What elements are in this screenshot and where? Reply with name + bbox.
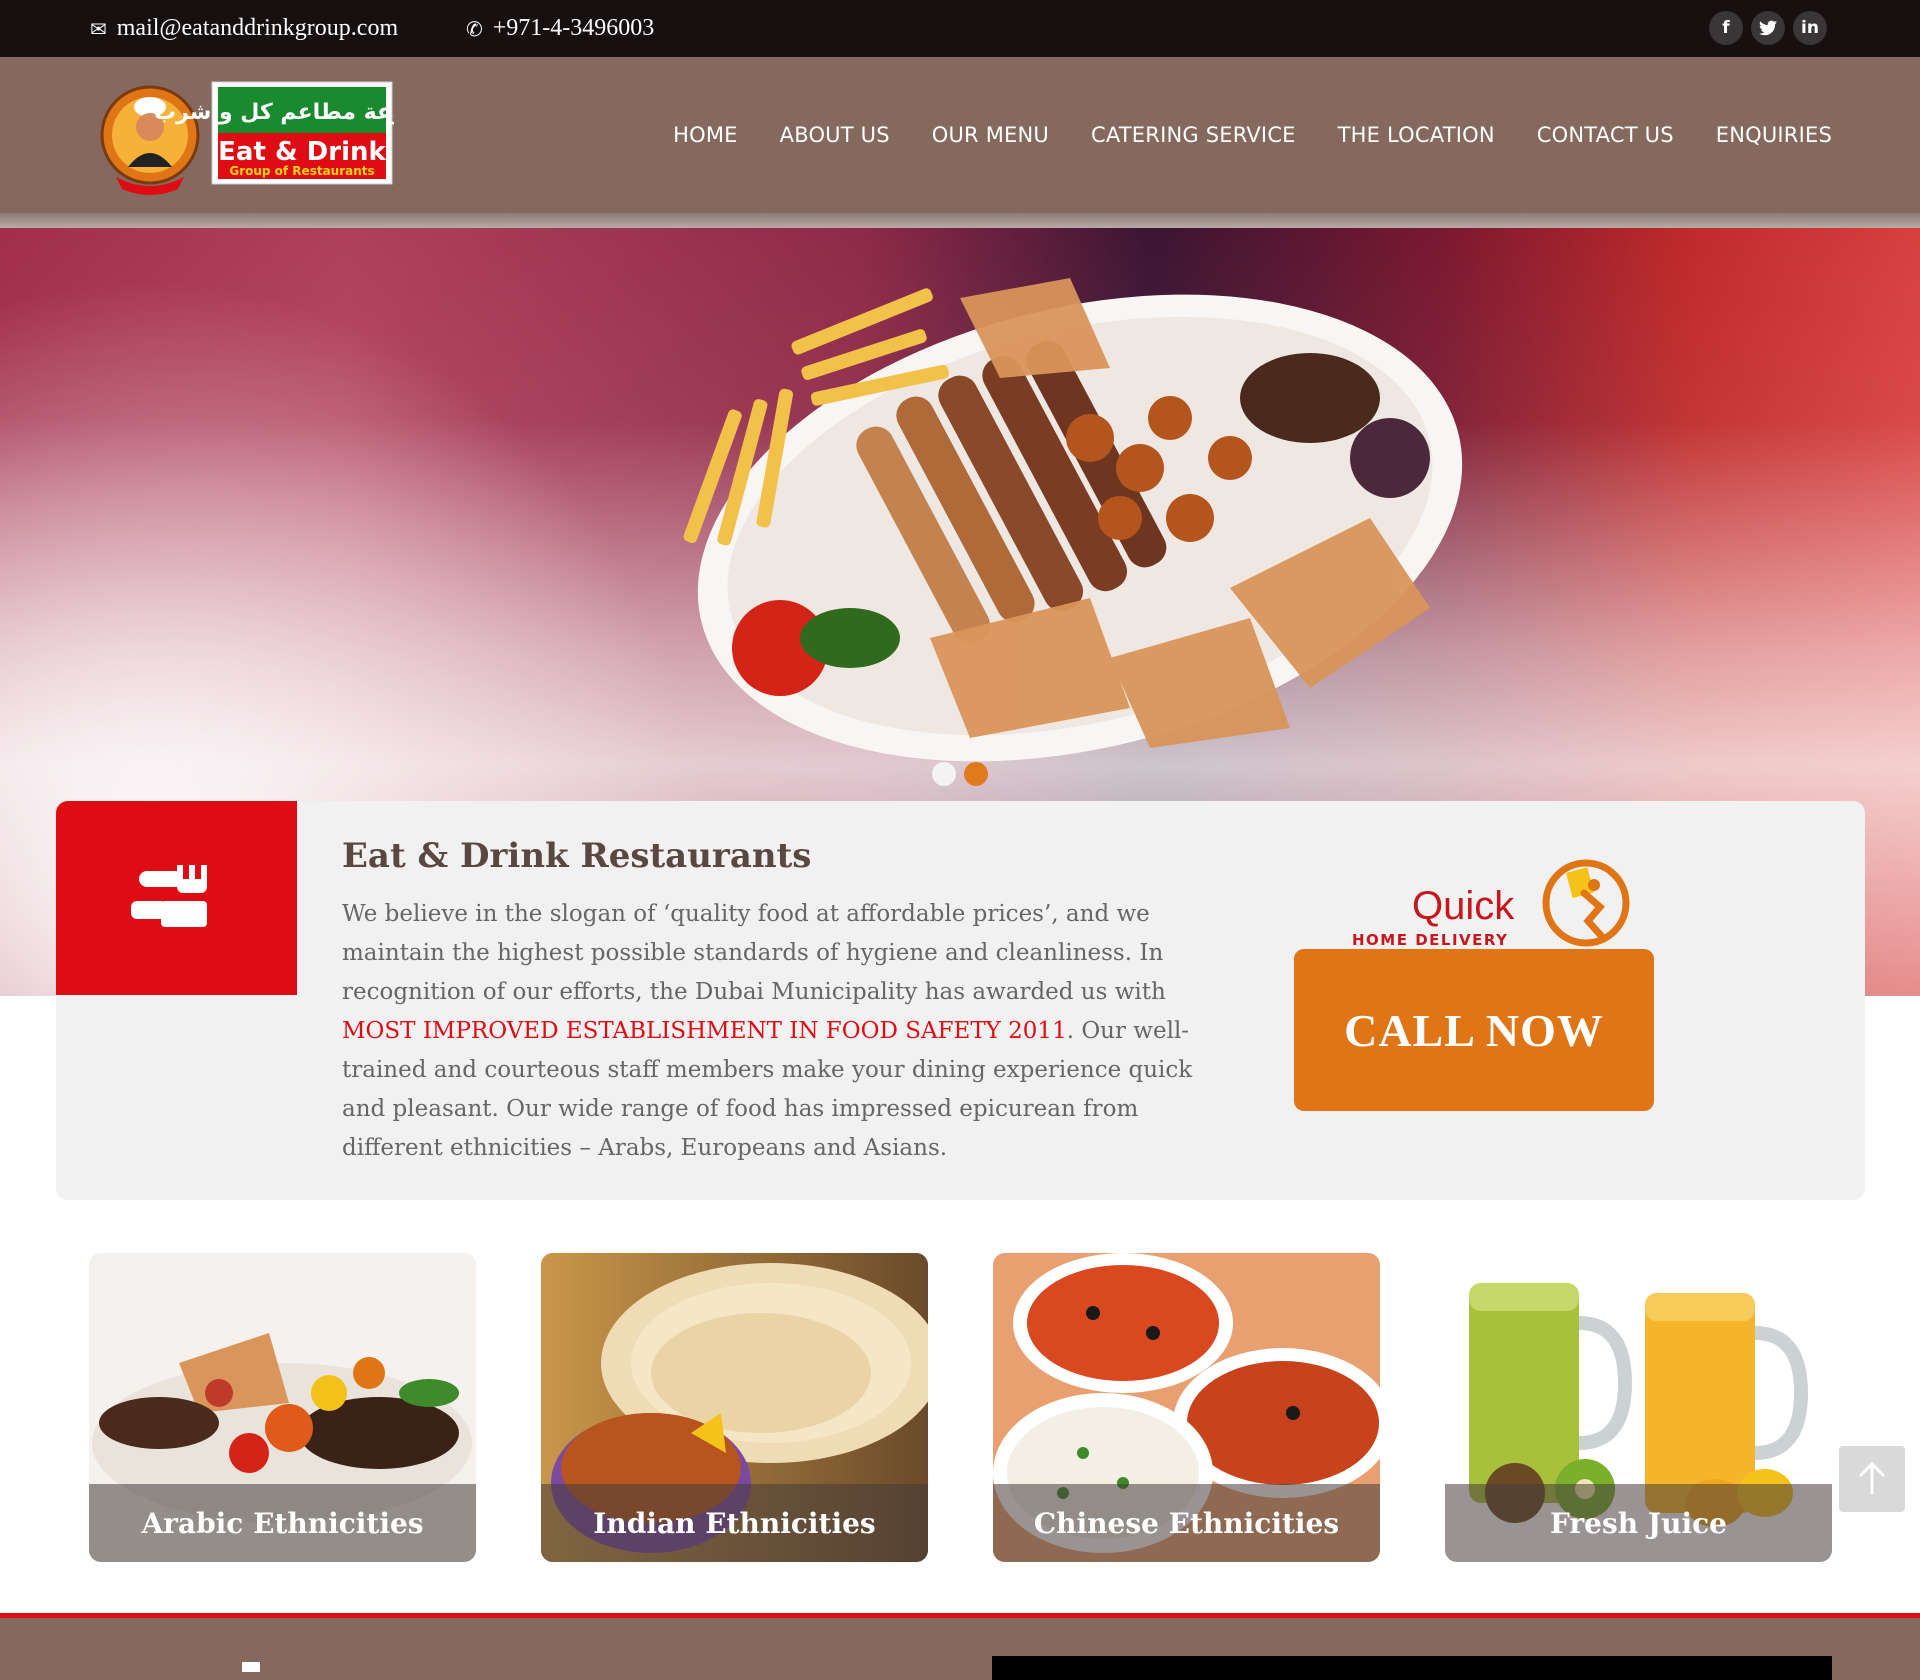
phone-text: +971-4-3496003 xyxy=(492,15,655,41)
email-text: mail@eatanddrinkgroup.com xyxy=(116,15,399,41)
site-header: مجموعة مطاعم كل واشرب Eat & Drink Group … xyxy=(0,57,1920,213)
svg-text:HOME DELIVERY: HOME DELIVERY xyxy=(1352,931,1509,949)
fork-knife-icon xyxy=(131,865,207,927)
linkedin-icon[interactable]: in xyxy=(1793,11,1827,45)
about-title: Eat & Drink Restaurants xyxy=(342,836,812,876)
twitter-icon[interactable] xyxy=(1751,11,1785,45)
category-label: Chinese Ethnicities xyxy=(993,1484,1380,1562)
phone-icon: ✆ xyxy=(466,16,483,41)
slider-dot-2[interactable] xyxy=(964,762,988,786)
site-footer xyxy=(0,1613,1920,1680)
category-label: Indian Ethnicities xyxy=(541,1484,928,1562)
nav-our-menu[interactable]: OUR MENU xyxy=(932,123,1049,147)
site-logo[interactable]: مجموعة مطاعم كل واشرب Eat & Drink Group … xyxy=(98,77,450,199)
category-indian[interactable]: Indian Ethnicities xyxy=(541,1253,928,1562)
nav-home[interactable]: HOME xyxy=(673,123,738,147)
category-fresh-juice[interactable]: Fresh Juice xyxy=(1445,1253,1832,1562)
about-icon-box xyxy=(56,801,297,995)
top-bar: ✉ mail@eatanddrinkgroup.com ✆ +971-4-349… xyxy=(0,0,1920,57)
category-arabic[interactable]: Arabic Ethnicities xyxy=(89,1253,476,1562)
footer-map-block xyxy=(992,1656,1832,1680)
contact-email[interactable]: ✉ mail@eatanddrinkgroup.com xyxy=(90,0,398,57)
header-shadow xyxy=(0,213,1920,228)
nav-the-location[interactable]: THE LOCATION xyxy=(1338,123,1495,147)
quick-delivery-logo: Quick HOME DELIVERY xyxy=(1294,859,1654,959)
footer-heading-fragment xyxy=(242,1662,260,1672)
facebook-icon[interactable]: f xyxy=(1709,11,1743,45)
arrow-up-icon xyxy=(1858,1462,1886,1494)
nav-contact-us[interactable]: CONTACT US xyxy=(1537,123,1674,147)
svg-text:Group of Restaurants: Group of Restaurants xyxy=(229,164,374,178)
svg-text:Eat & Drink: Eat & Drink xyxy=(218,137,386,167)
award-highlight: MOST IMPROVED ESTABLISHMENT IN FOOD SAFE… xyxy=(342,1018,1067,1044)
svg-text:Quick: Quick xyxy=(1412,884,1515,928)
nav-enquiries[interactable]: ENQUIRIES xyxy=(1716,123,1832,147)
nav-about-us[interactable]: ABOUT US xyxy=(780,123,890,147)
svg-text:مجموعة مطاعم كل واشرب: مجموعة مطاعم كل واشرب xyxy=(154,100,394,125)
delivery-runner-icon xyxy=(1542,859,1630,947)
scroll-to-top-button[interactable] xyxy=(1839,1446,1905,1512)
category-label: Fresh Juice xyxy=(1445,1484,1832,1562)
nav-catering-service[interactable]: CATERING SERVICE xyxy=(1091,123,1296,147)
category-chinese[interactable]: Chinese Ethnicities xyxy=(993,1253,1380,1562)
call-now-button[interactable]: CALL NOW xyxy=(1294,949,1654,1111)
about-card: Eat & Drink Restaurants We believe in th… xyxy=(56,801,1865,1200)
social-links: f in xyxy=(1709,11,1827,45)
envelope-icon: ✉ xyxy=(90,16,107,41)
about-text: We believe in the slogan of ‘quality foo… xyxy=(342,901,1193,1161)
main-nav: HOME ABOUT US OUR MENU CATERING SERVICE … xyxy=(673,57,1832,213)
slider-dots xyxy=(932,762,988,786)
category-label: Arabic Ethnicities xyxy=(89,1484,476,1562)
mixed-grill-platter-image xyxy=(683,278,1463,762)
contact-phone[interactable]: ✆ +971-4-3496003 xyxy=(466,0,654,57)
slider-dot-1[interactable] xyxy=(932,762,956,786)
